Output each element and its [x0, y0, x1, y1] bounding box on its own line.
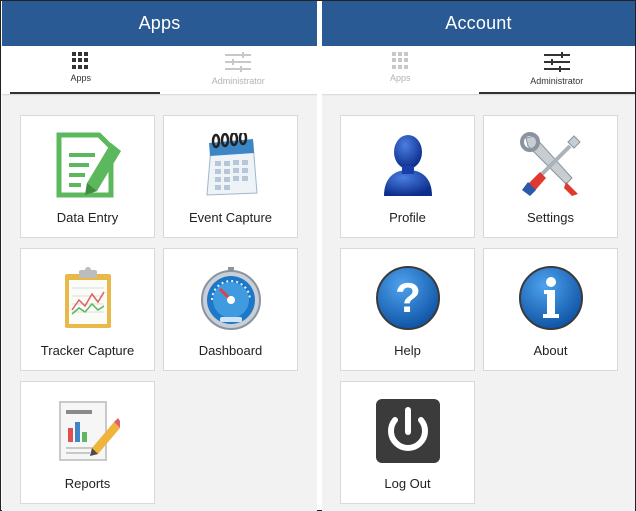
info-icon: [516, 263, 586, 333]
tab-apps[interactable]: Apps: [322, 46, 479, 94]
tab-label: Administrator: [530, 76, 584, 86]
tab-label: Apps: [70, 73, 91, 83]
tile-label: Data Entry: [56, 210, 119, 225]
active-tab-indicator: [10, 92, 160, 94]
tab-administrator[interactable]: Administrator: [478, 46, 635, 94]
wrench-screwdriver-icon: [516, 130, 586, 200]
tile-label: Tracker Capture: [40, 343, 135, 358]
tab-bar: Apps Administrator: [2, 46, 317, 95]
svg-text:?: ?: [395, 274, 421, 321]
power-icon: [373, 396, 443, 466]
data-entry-icon: [53, 130, 123, 200]
tile-data-entry[interactable]: Data Entry: [20, 115, 155, 238]
apps-screen: Apps Apps Administrator Data Entry Event…: [2, 1, 317, 511]
account-grid: Profile Settings ? Help About Log Out: [322, 96, 635, 511]
user-silhouette-icon: [373, 130, 443, 200]
tile-label: Event Capture: [188, 210, 273, 225]
grid-icon: [391, 52, 409, 69]
tile-label: Help: [394, 343, 421, 358]
clipboard-chart-icon: [53, 263, 123, 333]
grid-icon: [72, 52, 89, 69]
calendar-icon: [196, 130, 266, 200]
tile-tracker-capture[interactable]: Tracker Capture: [20, 248, 155, 371]
question-icon: ?: [373, 263, 443, 333]
tile-label: Dashboard: [198, 343, 263, 358]
tile-reports[interactable]: Reports: [20, 381, 155, 504]
tab-administrator[interactable]: Administrator: [160, 46, 318, 94]
page-title: Apps: [138, 13, 181, 33]
tab-label: Apps: [389, 73, 411, 83]
tile-log-out[interactable]: Log Out: [340, 381, 475, 504]
tab-apps[interactable]: Apps: [2, 46, 160, 94]
app-bar: Apps: [2, 1, 317, 46]
tile-settings[interactable]: Settings: [483, 115, 618, 238]
tile-about[interactable]: About: [483, 248, 618, 371]
screenshot-frame: Apps Apps Administrator Data Entry Event…: [0, 0, 636, 511]
tile-event-capture[interactable]: Event Capture: [163, 115, 298, 238]
gauge-icon: [196, 263, 266, 333]
sliders-icon: [543, 52, 570, 72]
tab-bar: Apps Administrator: [322, 46, 635, 95]
apps-grid: Data Entry Event Capture Tracker Capture…: [2, 96, 317, 511]
active-tab-indicator: [478, 92, 635, 94]
report-icon: [53, 396, 123, 466]
tile-label: Profile: [389, 210, 426, 225]
tile-label: Log Out: [384, 476, 431, 491]
sliders-icon: [225, 52, 252, 72]
tile-profile[interactable]: Profile: [340, 115, 475, 238]
tile-label: Reports: [64, 476, 111, 491]
tile-help[interactable]: ? Help: [340, 248, 475, 371]
tab-label: Administrator: [211, 76, 265, 86]
app-bar: Account: [322, 1, 635, 46]
page-title: Account: [445, 13, 512, 33]
tile-dashboard[interactable]: Dashboard: [163, 248, 298, 371]
account-screen: Account Apps Administrator Profile Setti…: [322, 1, 635, 511]
tile-label: About: [533, 343, 568, 358]
tile-label: Settings: [527, 210, 574, 225]
